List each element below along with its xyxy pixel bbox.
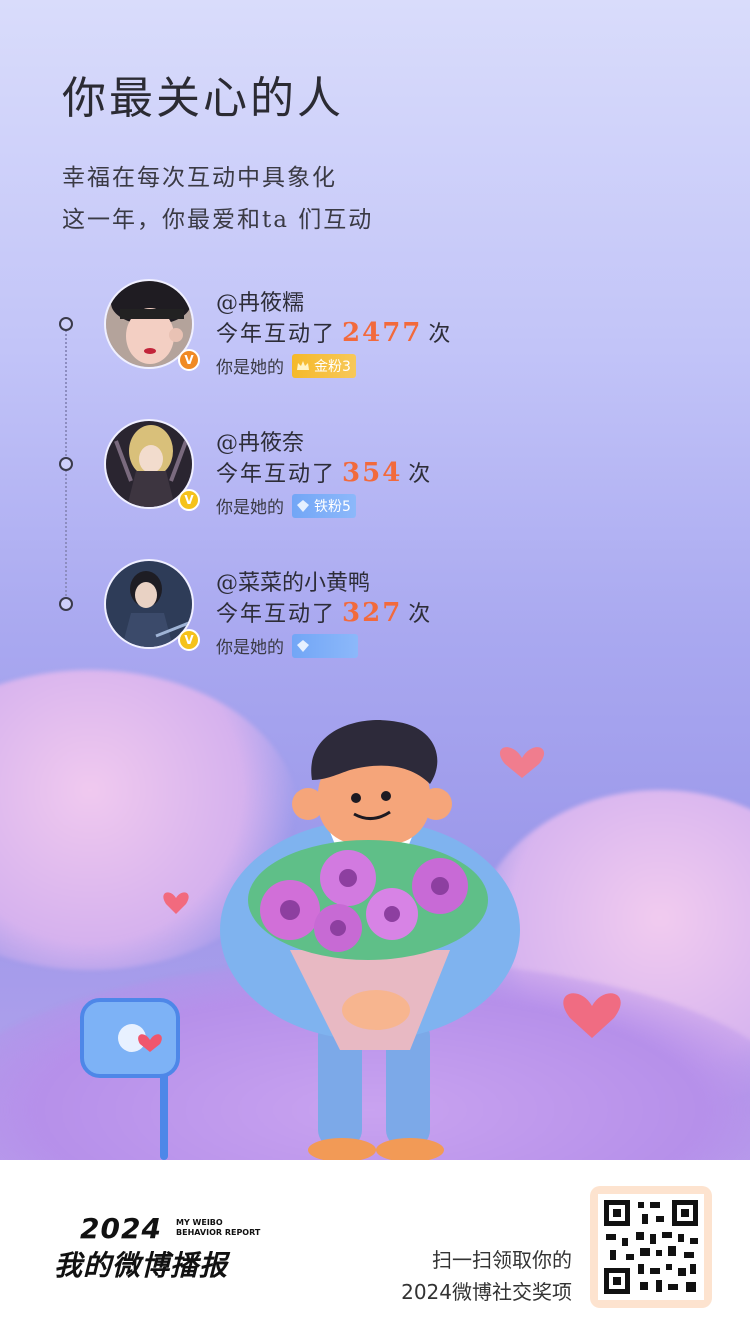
interaction-count: 今年互动了 327 次	[216, 596, 432, 628]
count-prefix: 今年互动了	[216, 602, 337, 627]
relation-label: 你是她的	[216, 638, 284, 658]
fan-badge: 金粉3	[292, 353, 356, 378]
qr-code[interactable]	[590, 1186, 712, 1308]
relation-line: 你是她的 铁粉5	[216, 493, 356, 518]
count-number: 2477	[342, 318, 423, 348]
count-prefix: 今年互动了	[216, 462, 337, 487]
count-prefix: 今年互动了	[216, 322, 337, 347]
fan-badge-label: 铁粉5	[314, 498, 351, 515]
scan-hint-line-1: 扫一扫领取你的	[432, 1248, 572, 1272]
brand-title: 我的微博播报	[54, 1249, 229, 1282]
v-icon: V	[178, 489, 200, 511]
subtitle-line-1: 幸福在每次互动中具象化	[62, 165, 337, 191]
character-illustration	[80, 720, 621, 1160]
heart-icon	[163, 892, 189, 914]
scan-hint-line-2: 2024微博社交奖项	[401, 1280, 572, 1304]
v-icon: V	[178, 629, 200, 651]
interaction-count: 今年互动了 2477 次	[216, 316, 452, 348]
timeline-dot	[59, 457, 73, 471]
v-icon: V	[178, 349, 200, 371]
qr-code-icon	[598, 1194, 704, 1300]
relation-line: 你是她的 金粉3	[216, 353, 356, 378]
relation-label: 你是她的	[216, 358, 284, 378]
report-poster: 你最关心的人 幸福在每次互动中具象化 这一年，你最爱和ta 们互动 V @冉筱糯…	[0, 0, 750, 1160]
diamond-icon	[297, 499, 309, 512]
relation-label: 你是她的	[216, 498, 284, 518]
brand-year: 2024	[80, 1212, 162, 1245]
heart-icon	[499, 747, 545, 778]
count-suffix: 次	[408, 602, 433, 627]
count-number: 354	[342, 458, 403, 488]
brand-en-line-1: MY WEIBO	[176, 1218, 223, 1227]
page-title: 你最关心的人	[62, 73, 344, 124]
fan-badge: 铁粉5	[292, 493, 356, 518]
footer: 2024 MY WEIBO BEHAVIOR REPORT 我的微博播报 扫一扫…	[0, 1160, 750, 1334]
person-name[interactable]: @菜菜的小黄鸭	[216, 565, 370, 597]
subtitle-line-2: 这一年，你最爱和ta 们互动	[62, 207, 374, 233]
heart-icon	[563, 993, 621, 1038]
fan-badge	[292, 633, 358, 658]
interaction-count: 今年互动了 354 次	[216, 456, 432, 488]
count-suffix: 次	[408, 462, 433, 487]
person-name[interactable]: @冉筱糯	[216, 285, 304, 317]
person-name[interactable]: @冉筱奈	[216, 425, 304, 457]
brand-en-line-2: BEHAVIOR REPORT	[176, 1228, 261, 1237]
count-number: 327	[342, 598, 403, 628]
diamond-icon	[297, 639, 309, 652]
timeline-dot	[59, 597, 73, 611]
timeline-dot	[59, 317, 73, 331]
relation-line: 你是她的	[216, 633, 358, 658]
fan-badge-label: 金粉3	[314, 358, 351, 375]
crown-icon	[297, 360, 309, 370]
count-suffix: 次	[428, 322, 453, 347]
